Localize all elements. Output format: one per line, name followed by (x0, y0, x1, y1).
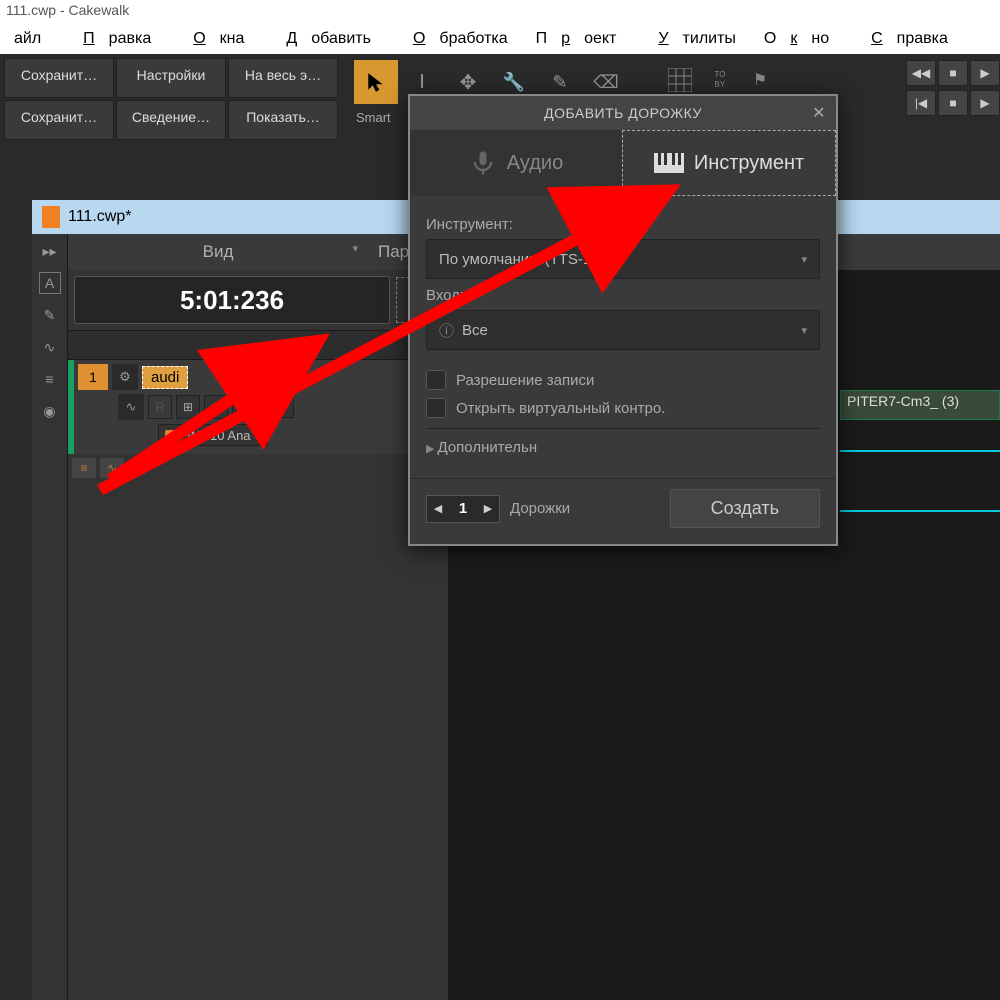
record-arm-button[interactable]: R (148, 395, 172, 419)
menu-process[interactable]: Обработка (385, 28, 522, 50)
inspector-strip: ▸▸ A ✎ ∿ ≡ ◉ (32, 234, 68, 1000)
track-name-field[interactable]: audi (142, 366, 188, 389)
audio-clip[interactable]: PITER7-Cm3_ (3) (840, 390, 1000, 420)
advanced-expander[interactable]: Дополнительн (426, 428, 820, 466)
menu-window[interactable]: Окно (750, 28, 843, 50)
track-panel: Вид Пара 5:01:236 + 1 ⚙ audi M ∿ R (68, 234, 448, 1000)
microphone-icon (469, 149, 497, 177)
instrument-dropdown[interactable]: По умолчанию (TTS-1) (426, 239, 820, 279)
track-output-dropdown[interactable]: FW 410 Ana ▾ (158, 424, 268, 446)
knob-icon[interactable]: ◉ (39, 400, 61, 422)
instrument-label: Инструмент: (426, 216, 820, 233)
audio-waveform[interactable] (840, 420, 1000, 540)
menu-file[interactable]: айл (0, 28, 55, 50)
expand-icon[interactable]: ▸▸ (39, 240, 61, 262)
menu-windows[interactable]: Окна (165, 28, 258, 50)
close-icon[interactable]: ✕ (812, 103, 826, 123)
transport-rewind-button[interactable]: ◀◀ (906, 60, 936, 86)
menu-add[interactable]: Добавить (258, 28, 385, 50)
list-icon[interactable]: ≡ (39, 368, 61, 390)
document-title: 111.cwp* (68, 208, 131, 226)
open-virtual-label: Открыть виртуальный контро. (456, 400, 665, 417)
toolbar-show-button[interactable]: Показать… (228, 100, 338, 140)
track-count-spinner[interactable]: ◀ 1 ▶ (426, 495, 500, 523)
smart-tool-label: Smart (356, 110, 391, 125)
window-title: 111.cwp - Cakewalk (6, 2, 129, 18)
wave-icon[interactable]: ∿ (118, 394, 144, 420)
menu-utilities[interactable]: Утилиты (630, 28, 750, 50)
toolbar-mixdown-button[interactable]: Сведение… (116, 100, 226, 140)
loop-stop-button[interactable]: ■ (938, 90, 968, 116)
spinner-down-icon[interactable]: ◀ (427, 496, 449, 522)
time-display[interactable]: 5:01:236 (74, 276, 390, 324)
menu-help[interactable]: Справка (843, 28, 962, 50)
menu-edit[interactable]: Правка (55, 28, 165, 50)
piano-icon (654, 152, 684, 174)
record-enable-label: Разрешение записи (456, 372, 594, 389)
add-track-dialog: ДОБАВИТЬ ДОРОЖКУ ✕ Аудио Инструмент Инст… (408, 94, 838, 546)
track-view-wave-icon[interactable]: ∿ (100, 458, 124, 478)
toolbar-save2-button[interactable]: Сохранит… (4, 100, 114, 140)
tracks-label: Дорожки (510, 500, 660, 517)
window-titlebar: 111.cwp - Cakewalk (0, 0, 1000, 24)
track-archive-button[interactable]: A (232, 395, 256, 419)
track-count-value[interactable]: 1 (449, 500, 477, 517)
transport-play-button[interactable]: ▶ (970, 60, 1000, 86)
menu-bar: айл Правка Окна Добавить Обработка Проек… (0, 24, 1000, 54)
toolbar-fullscreen-button[interactable]: На весь э… (228, 58, 338, 98)
toolbar-settings-button[interactable]: Настройки (116, 58, 226, 98)
automation-edit-icon[interactable]: ✎ (39, 304, 61, 326)
loop-start-button[interactable]: |◀ (906, 90, 936, 116)
track-btn1[interactable]: ⊞ (176, 395, 200, 419)
track-freeze-button[interactable]: ✱ (204, 395, 228, 419)
view-dropdown[interactable]: Вид (68, 242, 368, 262)
open-virtual-checkbox[interactable] (426, 398, 446, 418)
transport-stop-button[interactable]: ■ (938, 60, 968, 86)
smart-tool-button[interactable] (354, 60, 398, 104)
dialog-title: ДОБАВИТЬ ДОРОЖКУ (544, 105, 702, 121)
input-dropdown[interactable]: ⓘ Все (426, 310, 820, 350)
input-label: Вход: (426, 287, 820, 304)
waveform-icon[interactable]: ∿ (39, 336, 61, 358)
toolbar-save1-button[interactable]: Сохранит… (4, 58, 114, 98)
info-icon: ⓘ (439, 320, 454, 341)
track-input-label[interactable]: FW (260, 397, 294, 418)
automation-a-icon[interactable]: A (39, 272, 61, 294)
tab-instrument[interactable]: Инструмент (622, 130, 836, 196)
track-number[interactable]: 1 (78, 364, 108, 390)
track-settings-icon[interactable]: ⚙ (112, 364, 138, 390)
loop-play-button[interactable]: ▶ (970, 90, 1000, 116)
menu-project[interactable]: Проект (522, 28, 631, 50)
spinner-up-icon[interactable]: ▶ (477, 496, 499, 522)
document-icon (42, 206, 60, 228)
track-row[interactable]: 1 ⚙ audi M ∿ R ⊞ ✱ A FW FW 410 Ana ▾ (68, 360, 448, 454)
create-button[interactable]: Создать (670, 489, 820, 528)
tab-audio[interactable]: Аудио (410, 130, 622, 196)
track-view-list-icon[interactable]: ≡ (72, 458, 96, 478)
dialog-titlebar[interactable]: ДОБАВИТЬ ДОРОЖКУ ✕ (410, 96, 836, 130)
record-enable-checkbox[interactable] (426, 370, 446, 390)
